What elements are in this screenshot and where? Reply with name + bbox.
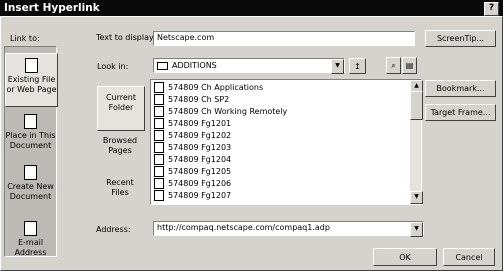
new-document-icon <box>24 165 37 180</box>
scroll-thumb[interactable] <box>410 91 423 120</box>
word-file-icon <box>154 105 164 117</box>
list-item[interactable]: 574809 Ch Working Remotely <box>154 105 287 117</box>
target-frame-button[interactable]: Target Frame... <box>425 104 496 121</box>
address-label: Address: <box>96 225 131 234</box>
globe-file-icon <box>25 58 38 73</box>
up-folder-button[interactable]: ↥ <box>349 58 366 74</box>
help-button[interactable]: ? <box>484 2 499 16</box>
look-in-label: Look in: <box>97 62 129 71</box>
browsed-pages-label: Browsed Pages <box>102 136 138 155</box>
scroll-down-icon[interactable]: ▼ <box>410 191 423 204</box>
recent-files-button[interactable]: Recent Files <box>97 178 143 204</box>
screentip-button[interactable]: ScreenTip... <box>425 30 496 47</box>
display-text-value: Netscape.com <box>157 33 215 42</box>
image-file-icon <box>154 177 164 189</box>
address-dropdown[interactable]: http://compaq.netscape.com/compaq1.adp ▼ <box>153 221 424 237</box>
image-file-icon <box>154 165 164 177</box>
list-item[interactable]: 574809 Fg1206 <box>154 177 231 189</box>
dialog-title: Insert Hyperlink <box>4 2 100 14</box>
look-in-dropdown[interactable]: ADDITIONS ▼ <box>153 58 345 74</box>
display-label: Text to display: <box>96 33 156 42</box>
open-folder-icon: ▤ <box>405 61 414 70</box>
folder-icon <box>157 61 168 70</box>
recent-files-label: Recent Files <box>106 178 134 197</box>
browsed-pages-button[interactable]: Browsed Pages <box>97 136 143 162</box>
chevron-down-icon[interactable]: ▼ <box>331 59 344 74</box>
link-create-new[interactable]: Create New Document <box>5 165 56 205</box>
image-file-icon <box>154 153 164 165</box>
current-folder-label: Current Folder <box>105 93 137 112</box>
list-item[interactable]: 574809 Fg1203 <box>154 141 231 153</box>
list-item[interactable]: 574809 Fg1201 <box>154 117 231 129</box>
email-icon <box>24 221 37 236</box>
browse-web-button[interactable]: ⌕ <box>386 57 401 74</box>
look-in-value: ADDITIONS <box>172 61 217 70</box>
image-file-icon <box>154 117 164 129</box>
display-text-field[interactable]: Netscape.com <box>153 31 415 46</box>
link-place-in-document[interactable]: Place in This Document <box>5 114 56 154</box>
list-item[interactable]: 574809 Fg1207 <box>154 189 231 201</box>
address-value: http://compaq.netscape.com/compaq1.adp <box>157 223 330 232</box>
search-web-icon: ⌕ <box>391 60 396 70</box>
bookmark-button[interactable]: Bookmark... <box>425 80 496 97</box>
current-folder-button[interactable]: Current Folder <box>97 86 145 131</box>
link-existing-file-label: Existing File or Web Page <box>6 75 57 94</box>
document-bookmark-icon <box>24 114 37 129</box>
link-create-label: Create New Document <box>7 182 54 201</box>
browse-file-button[interactable]: ▤ <box>402 57 417 74</box>
link-to-bar: Existing File or Web Page Place in This … <box>4 46 58 257</box>
file-list[interactable]: 574809 Ch Applications 574809 Ch SP2 574… <box>150 79 423 205</box>
link-email-label: E-mail Address <box>14 238 47 257</box>
chevron-down-icon[interactable]: ▼ <box>410 222 423 237</box>
word-file-icon <box>154 93 164 105</box>
ok-button[interactable]: OK <box>373 248 437 266</box>
link-existing-file[interactable]: Existing File or Web Page <box>5 53 58 107</box>
link-place-label: Place in This Document <box>5 131 56 150</box>
title-bar: Insert Hyperlink ? <box>0 0 503 16</box>
cancel-button[interactable]: Cancel <box>443 248 495 266</box>
word-file-icon <box>154 81 164 93</box>
link-email[interactable]: E-mail Address <box>5 221 56 257</box>
list-item[interactable]: 574809 Fg1205 <box>154 165 231 177</box>
list-item[interactable]: 574809 Ch SP2 <box>154 93 229 105</box>
link-to-label: Link to: <box>10 34 40 43</box>
file-list-scrollbar[interactable]: ▲ ▼ <box>410 80 423 204</box>
image-file-icon <box>154 129 164 141</box>
list-item[interactable]: 574809 Fg1204 <box>154 153 231 165</box>
image-file-icon <box>154 189 164 201</box>
image-file-icon <box>154 141 164 153</box>
list-item[interactable]: 574809 Fg1202 <box>154 129 231 141</box>
up-folder-icon: ↥ <box>354 61 361 71</box>
list-item[interactable]: 574809 Ch Applications <box>154 81 263 93</box>
